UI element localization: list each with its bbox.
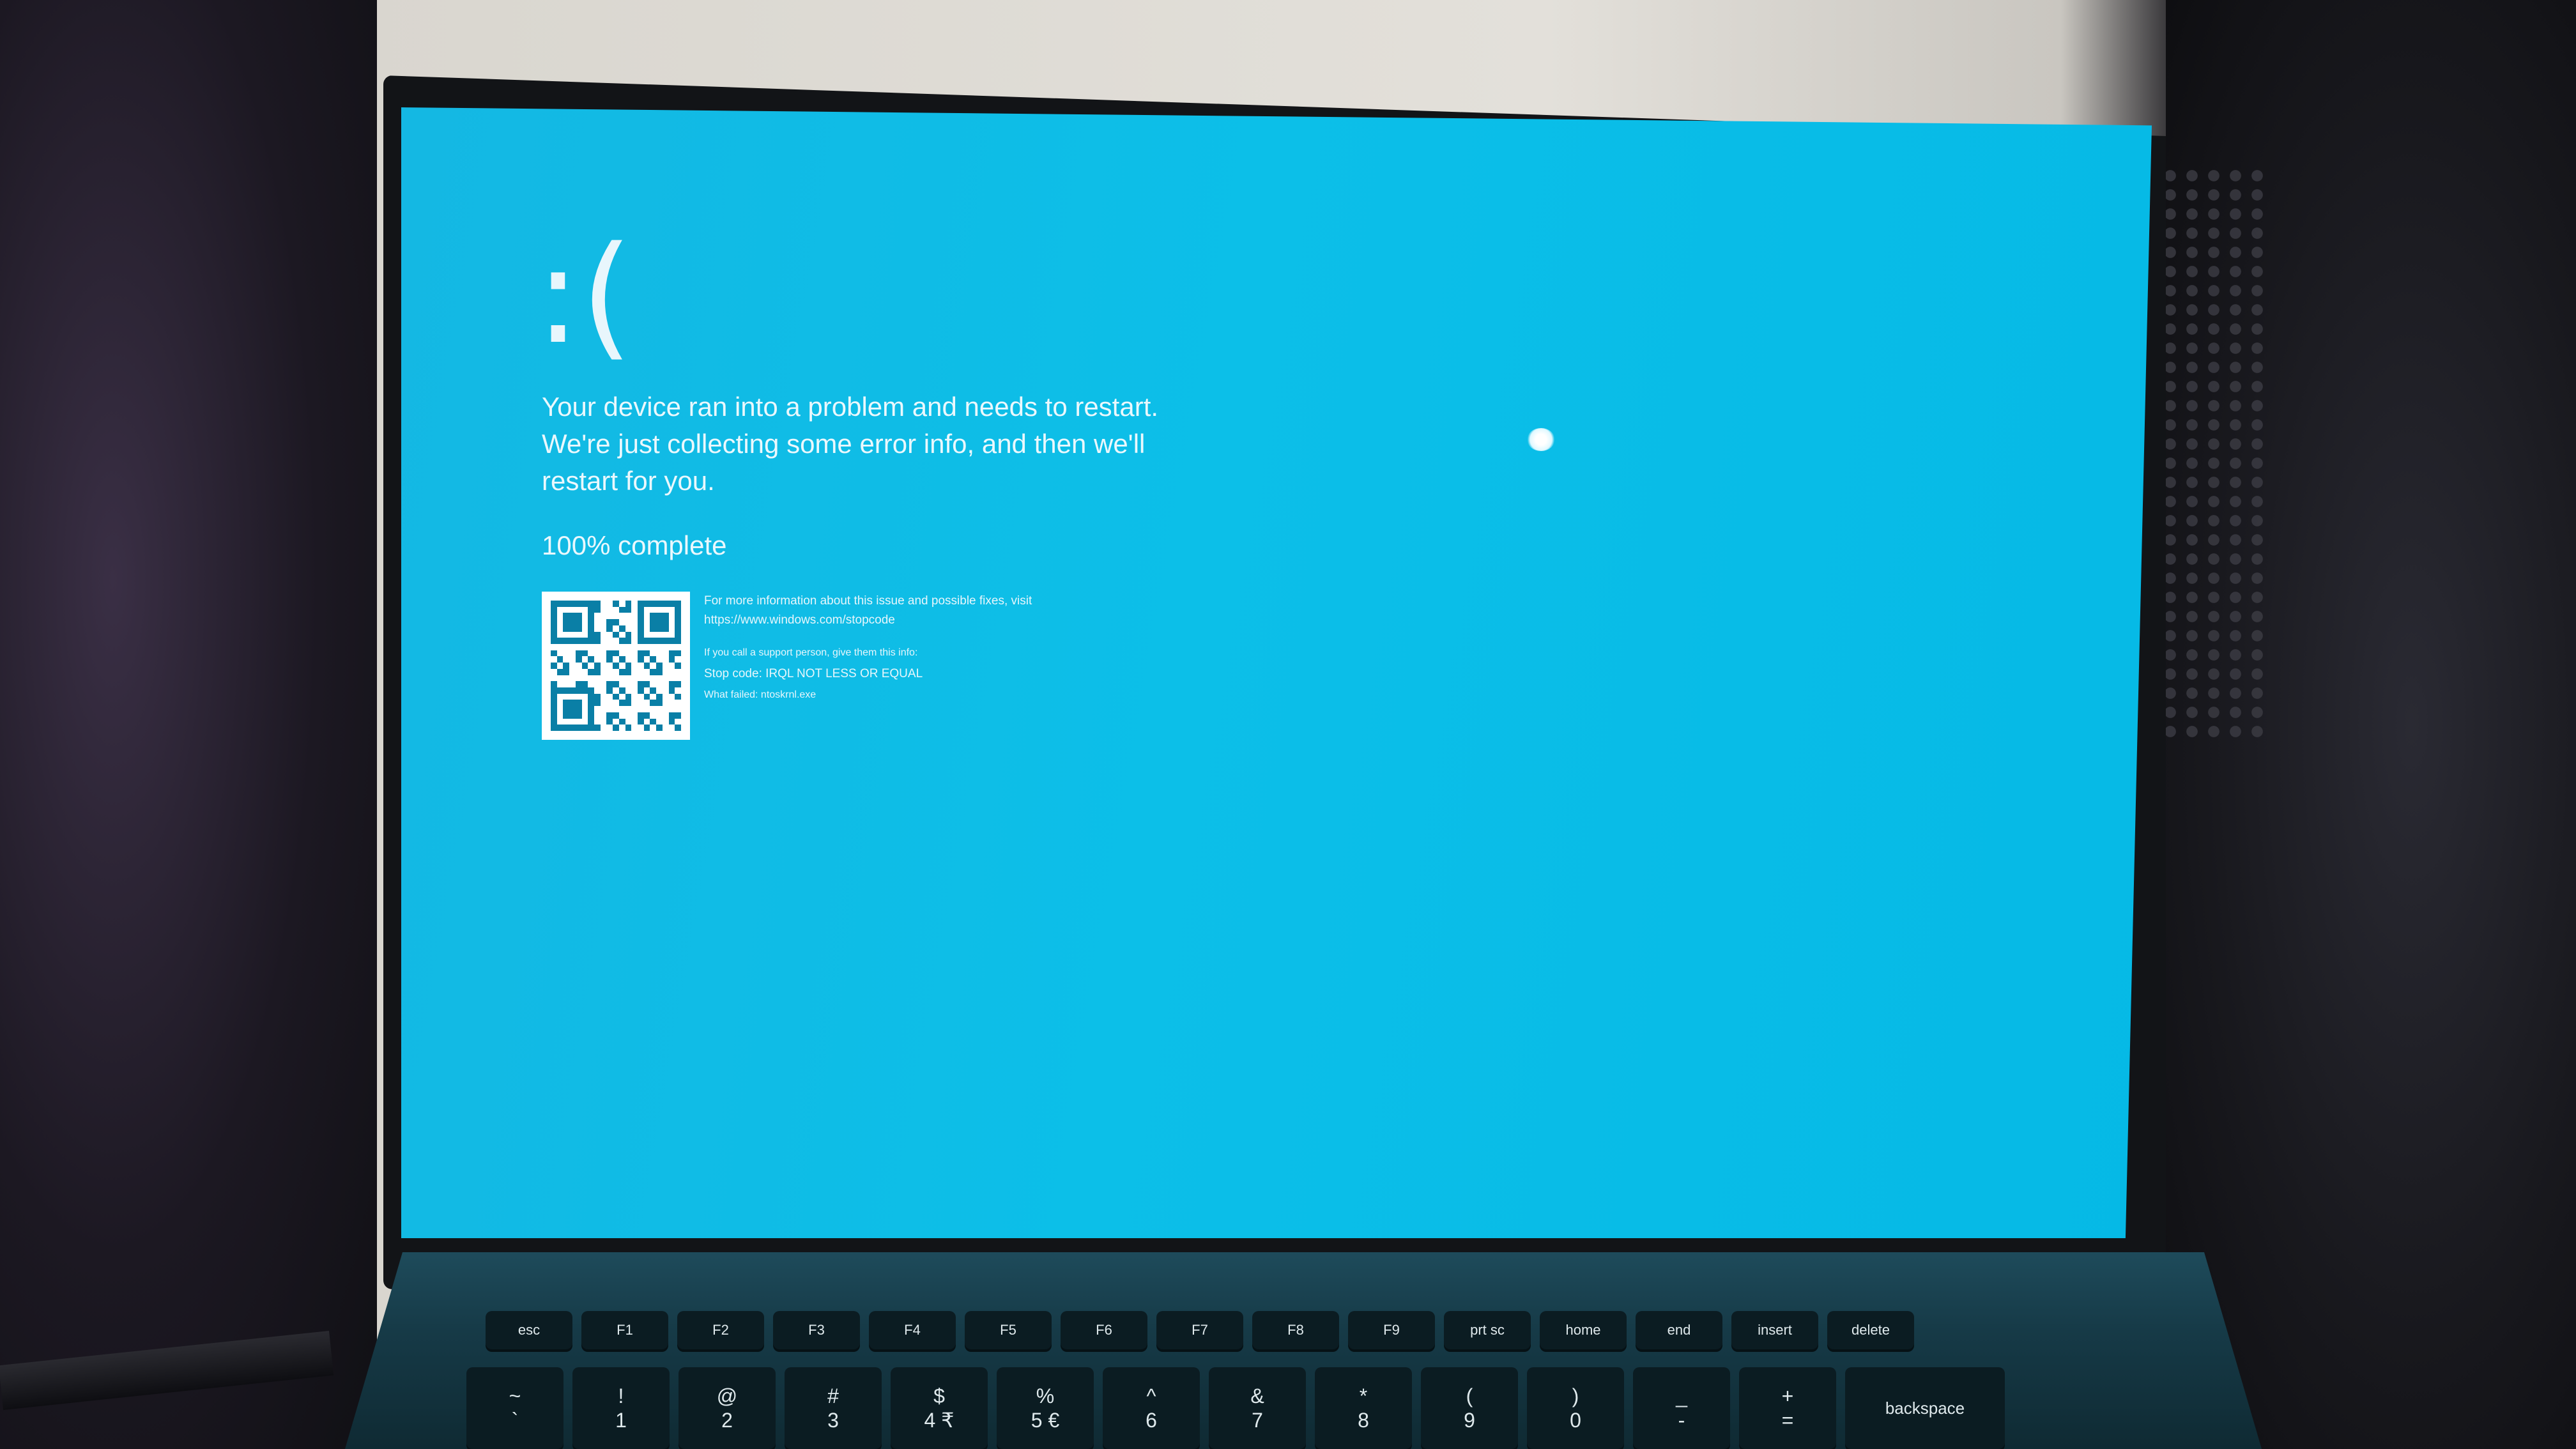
key-number-9[interactable]: (9 — [1421, 1367, 1518, 1449]
error-message: Your device ran into a problem and needs… — [542, 392, 1159, 496]
key-number-5[interactable]: % 5 € — [997, 1367, 1094, 1449]
key-end[interactable]: end — [1636, 1311, 1722, 1349]
info-row: For more information about this issue an… — [542, 592, 1181, 740]
bsod-screen: :( Your device ran into a problem and ne… — [401, 107, 2152, 1238]
key-number-2[interactable]: @2 — [678, 1367, 776, 1449]
key-number-11[interactable]: _ - — [1633, 1367, 1730, 1449]
light-glare — [1527, 428, 1555, 451]
number-key-row: ~ `! 1 @2 #3 $4 ₹% 5 € ^ 6 & 7 * 8(9) 0 _ - + = backspace — [466, 1367, 2005, 1449]
left-monitor — [0, 0, 377, 1449]
key-f5[interactable]: F5 — [965, 1311, 1052, 1349]
key-number-10[interactable]: ) 0 — [1527, 1367, 1624, 1449]
qr-code-icon — [542, 592, 690, 740]
key-f2[interactable]: F2 — [677, 1311, 764, 1349]
key-insert[interactable]: insert — [1731, 1311, 1818, 1349]
key-delete[interactable]: delete — [1827, 1311, 1914, 1349]
key-f4[interactable]: F4 — [869, 1311, 956, 1349]
key-esc[interactable]: esc — [486, 1311, 572, 1349]
key-f1[interactable]: F1 — [581, 1311, 668, 1349]
key-number-4[interactable]: $4 ₹ — [891, 1367, 988, 1449]
key-number-8[interactable]: * 8 — [1315, 1367, 1412, 1449]
key-home[interactable]: home — [1540, 1311, 1627, 1349]
key-number-3[interactable]: #3 — [785, 1367, 882, 1449]
key-f7[interactable]: F7 — [1156, 1311, 1243, 1349]
more-info-text: For more information about this issue an… — [704, 594, 1032, 608]
progress-text: 100% complete — [542, 530, 727, 560]
sad-face-icon: :( — [535, 217, 633, 374]
function-key-row: esc F1 F2 F3 F4 F5 F6 F7 F8 F9 prt sc home end insert… — [486, 1311, 1914, 1349]
stopcode-url: https://www.windows.com/stopcode — [704, 613, 895, 627]
key-number-6[interactable]: ^ 6 — [1103, 1367, 1200, 1449]
key-number-1[interactable]: ! 1 — [572, 1367, 670, 1449]
key-f8[interactable]: F8 — [1252, 1311, 1339, 1349]
key-f6[interactable]: F6 — [1061, 1311, 1147, 1349]
key-backspace[interactable]: backspace — [1845, 1367, 2005, 1449]
key-number-0[interactable]: ~ ` — [466, 1367, 564, 1449]
bsod-content: :( Your device ran into a problem and ne… — [535, 229, 1181, 740]
info-block: For more information about this issue an… — [704, 592, 1032, 707]
key-f9[interactable]: F9 — [1348, 1311, 1435, 1349]
key-number-12[interactable]: + = — [1739, 1367, 1836, 1449]
key-prt-sc[interactable]: prt sc — [1444, 1311, 1531, 1349]
what-failed: What failed: ntoskrnl.exe — [704, 689, 816, 700]
stop-code: Stop code: IRQL NOT LESS OR EQUAL — [704, 667, 923, 680]
support-hint: If you call a support person, give them … — [704, 647, 918, 658]
key-f3[interactable]: F3 — [773, 1311, 860, 1349]
key-number-7[interactable]: & 7 — [1209, 1367, 1306, 1449]
mesh-grille — [2159, 166, 2268, 741]
